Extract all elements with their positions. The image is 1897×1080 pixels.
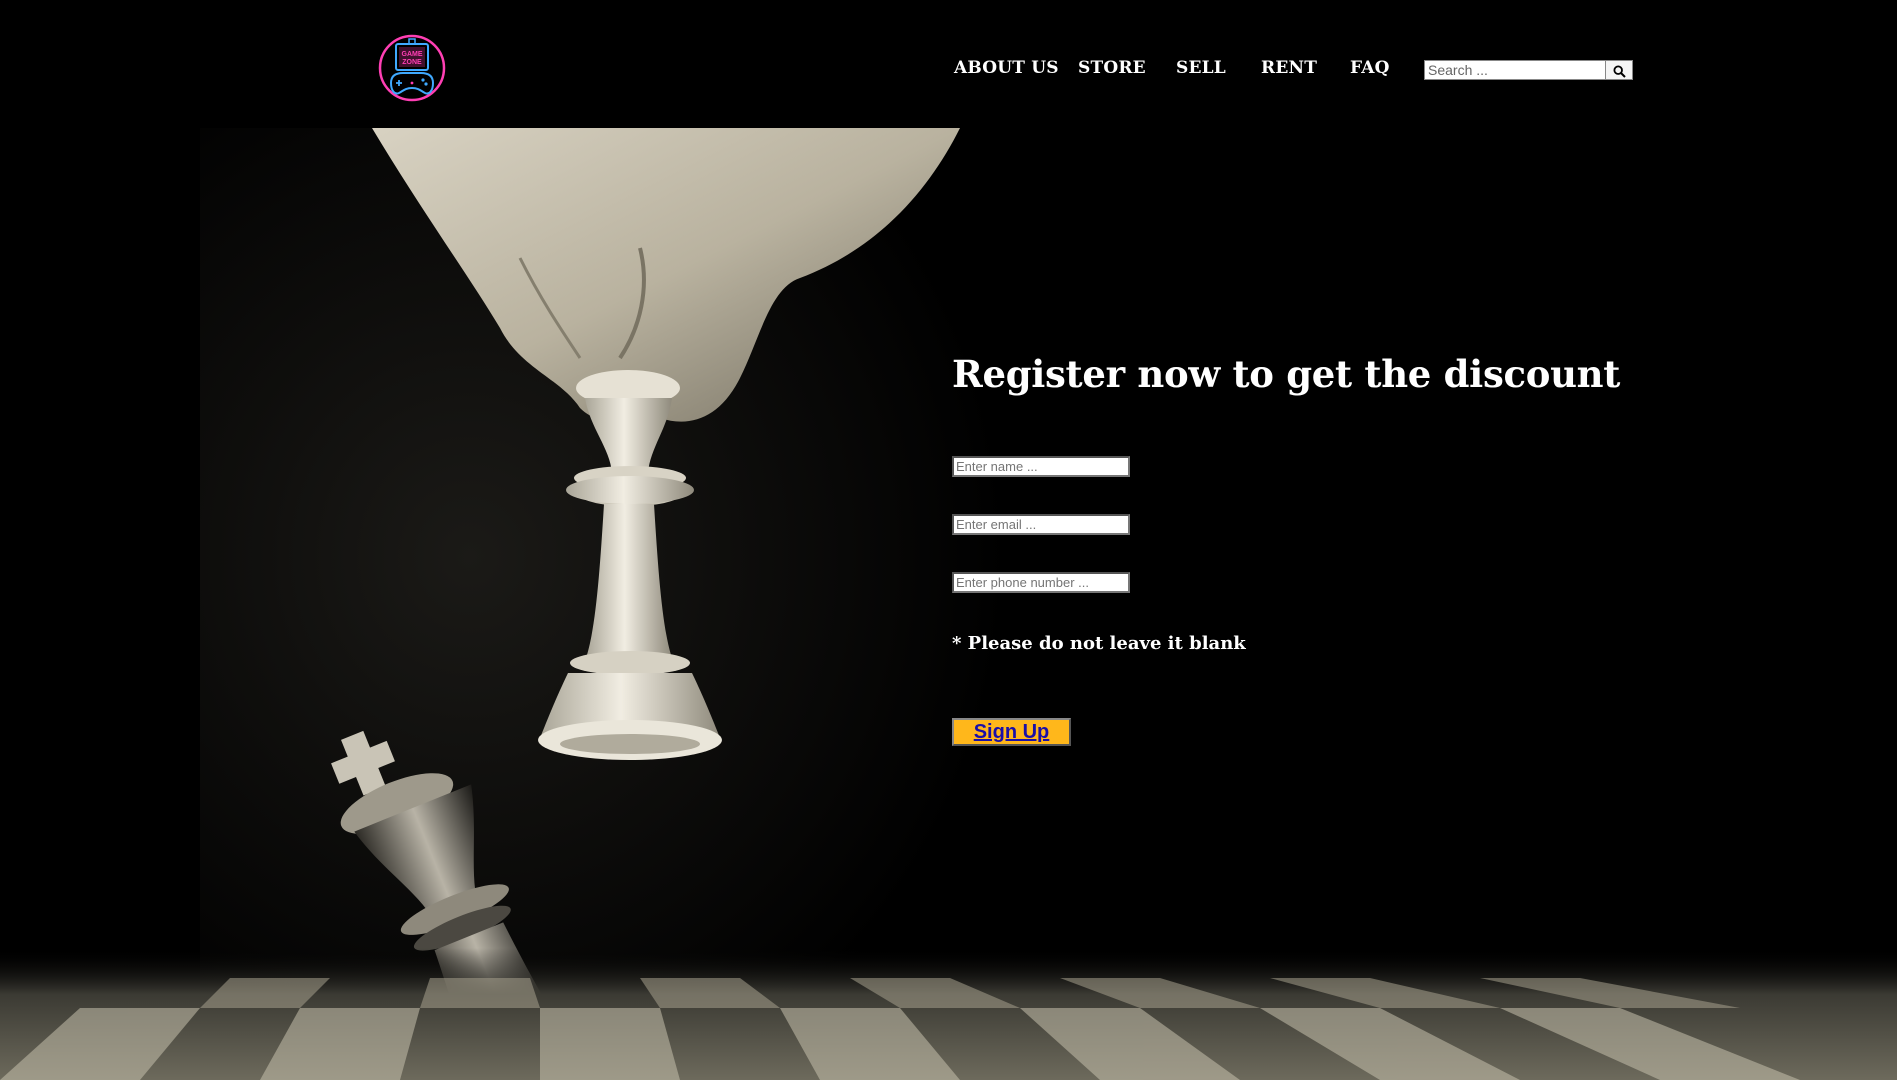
email-field[interactable]: [952, 514, 1130, 535]
register-title: Register now to get the discount: [952, 352, 1621, 396]
name-field[interactable]: [952, 456, 1130, 477]
sign-up-label: Sign Up: [973, 721, 1050, 743]
sign-up-button[interactable]: Sign Up: [952, 718, 1071, 746]
page: GAME ZONE ABOUT US STORE SELL RENT FAQ R…: [0, 0, 1897, 1080]
required-note: * Please do not leave it blank: [952, 633, 1246, 654]
phone-field[interactable]: [952, 572, 1130, 593]
register-form: Register now to get the discount * Pleas…: [0, 0, 1897, 1080]
